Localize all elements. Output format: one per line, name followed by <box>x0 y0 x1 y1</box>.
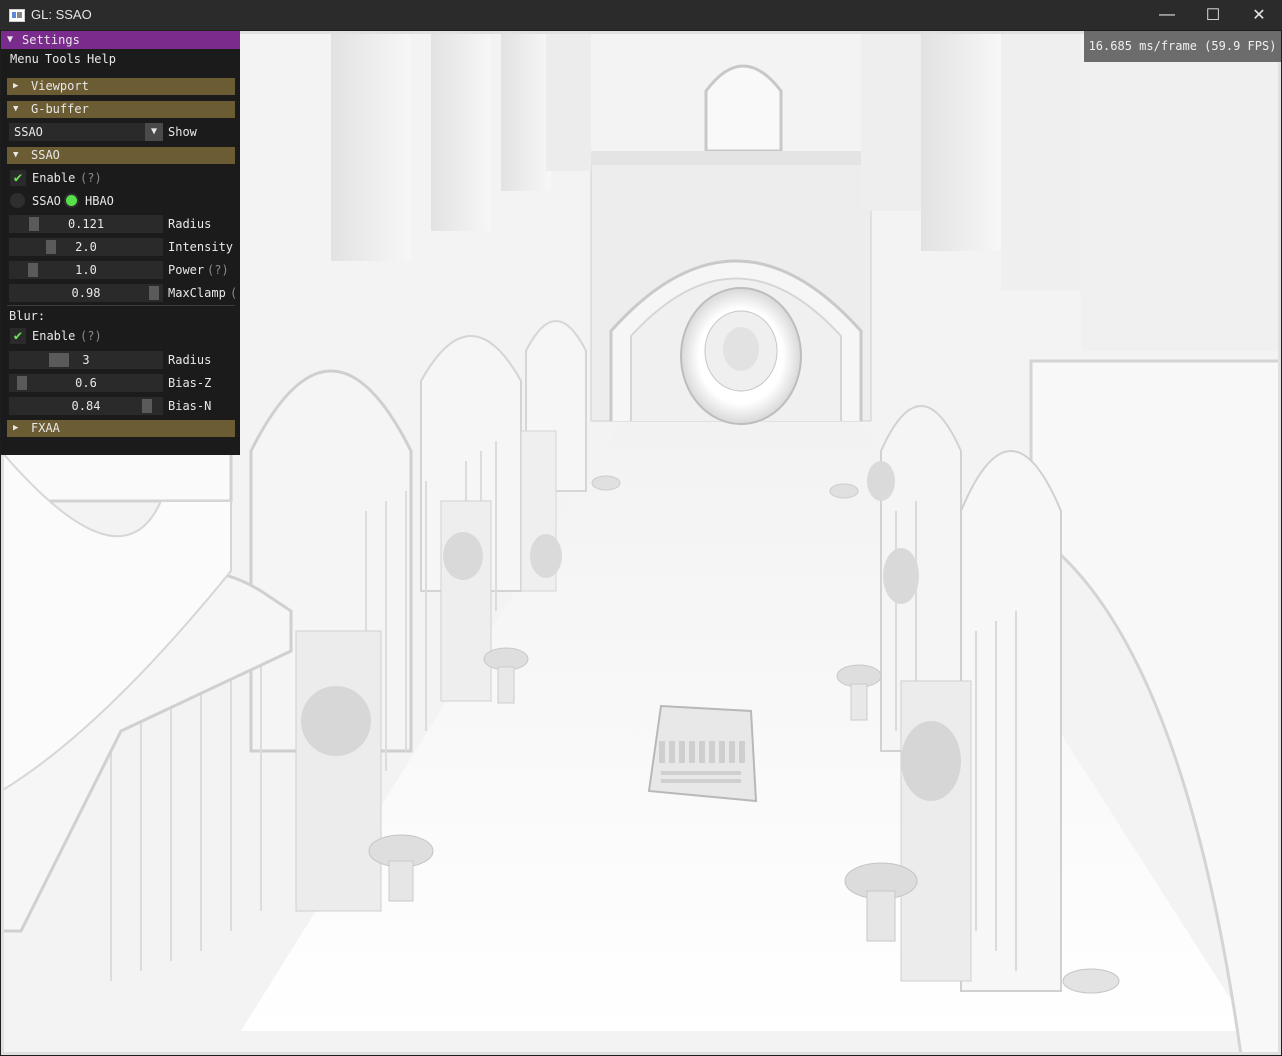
ssao-maxclamp-label: MaxClamp <box>168 286 226 300</box>
ssao-intensity-label: Intensity <box>168 240 234 254</box>
ssao-maxclamp-slider[interactable]: 0.98 <box>9 284 163 302</box>
radio-ssao-label: SSAO <box>32 194 61 208</box>
blur-enable-checkbox[interactable]: ✔ <box>10 328 26 344</box>
ssao-enable-label: Enable <box>32 171 76 185</box>
ssao-power-slider[interactable]: 1.0 <box>9 261 163 279</box>
menu-tools[interactable]: Tools <box>45 52 81 66</box>
blur-biasz-label: Bias-Z <box>168 376 212 390</box>
gbuffer-show-value: SSAO <box>14 125 43 139</box>
collapse-arrow-icon[interactable]: ▼ <box>7 34 13 45</box>
app-icon <box>9 9 25 22</box>
section-gbuffer[interactable]: ▼ G-buffer <box>7 101 235 118</box>
settings-title-bar[interactable]: ▼ Settings <box>1 31 240 49</box>
blur-enable-help-icon[interactable]: (?) <box>80 329 102 343</box>
section-viewport[interactable]: ▶ Viewport <box>7 78 235 95</box>
radio-hbao[interactable] <box>64 193 79 208</box>
collapse-arrow-icon: ▼ <box>13 150 19 160</box>
settings-panel[interactable]: ▼ Settings Menu Tools Help ▶ Viewport ▼ G-… <box>1 31 240 455</box>
blur-heading: Blur: <box>9 309 46 323</box>
ssao-enable-help-icon[interactable]: (?) <box>80 171 102 185</box>
window-titlebar: GL: SSAO — ☐ ✕ <box>0 0 1282 30</box>
collapse-arrow-icon: ▼ <box>13 104 19 114</box>
ssao-power-value: 1.0 <box>75 263 97 277</box>
section-fxaa[interactable]: ▶ FXAA <box>7 420 235 437</box>
radio-ssao[interactable] <box>10 193 25 208</box>
blur-biasn-slider[interactable]: 0.84 <box>9 397 163 415</box>
ssao-power-help-icon[interactable]: (?) <box>207 263 229 277</box>
gbuffer-show-label: Show <box>168 125 197 139</box>
panel-menubar: Menu Tools Help <box>10 52 122 66</box>
section-ssao[interactable]: ▼ SSAO <box>7 147 235 164</box>
blur-biasn-label: Bias-N <box>168 399 212 413</box>
section-viewport-label: Viewport <box>31 79 89 93</box>
frame-time-overlay: 16.685 ms/frame (59.9 FPS) <box>1084 31 1281 62</box>
settings-title: Settings <box>22 33 80 47</box>
menu-help[interactable]: Help <box>87 52 116 66</box>
ssao-intensity-value: 2.0 <box>75 240 97 254</box>
blur-enable-label: Enable <box>32 329 76 343</box>
expand-arrow-icon: ▶ <box>13 423 19 433</box>
radio-hbao-label: HBAO <box>85 194 114 208</box>
ssao-maxclamp-help-icon[interactable]: ( <box>230 286 237 300</box>
expand-arrow-icon: ▶ <box>13 81 19 91</box>
close-button[interactable]: ✕ <box>1236 0 1282 30</box>
section-gbuffer-label: G-buffer <box>31 102 89 116</box>
minimize-button[interactable]: — <box>1144 0 1190 30</box>
gbuffer-show-select[interactable]: SSAO ▼ <box>9 123 163 141</box>
dropdown-arrow-icon[interactable]: ▼ <box>145 123 163 141</box>
menu-menu[interactable]: Menu <box>10 52 39 66</box>
blur-biasz-value: 0.6 <box>75 376 97 390</box>
blur-radius-slider[interactable]: 3 <box>9 351 163 369</box>
ssao-radius-value: 0.121 <box>67 217 105 231</box>
blur-biasz-slider[interactable]: 0.6 <box>9 374 163 392</box>
ssao-maxclamp-value: 0.98 <box>71 286 101 300</box>
blur-radius-label: Radius <box>168 353 212 367</box>
ssao-radius-slider[interactable]: 0.121 <box>9 215 163 233</box>
divider <box>7 305 235 306</box>
window-title: GL: SSAO <box>31 7 92 22</box>
maximize-button[interactable]: ☐ <box>1190 0 1236 30</box>
section-fxaa-label: FXAA <box>31 421 60 435</box>
blur-biasn-value: 0.84 <box>71 399 101 413</box>
ssao-intensity-slider[interactable]: 2.0 <box>9 238 163 256</box>
ssao-enable-checkbox[interactable]: ✔ <box>10 170 26 186</box>
ssao-power-label: Power <box>168 263 205 277</box>
section-ssao-label: SSAO <box>31 148 60 162</box>
ssao-radius-label: Radius <box>168 217 212 231</box>
blur-radius-value: 3 <box>82 353 90 367</box>
